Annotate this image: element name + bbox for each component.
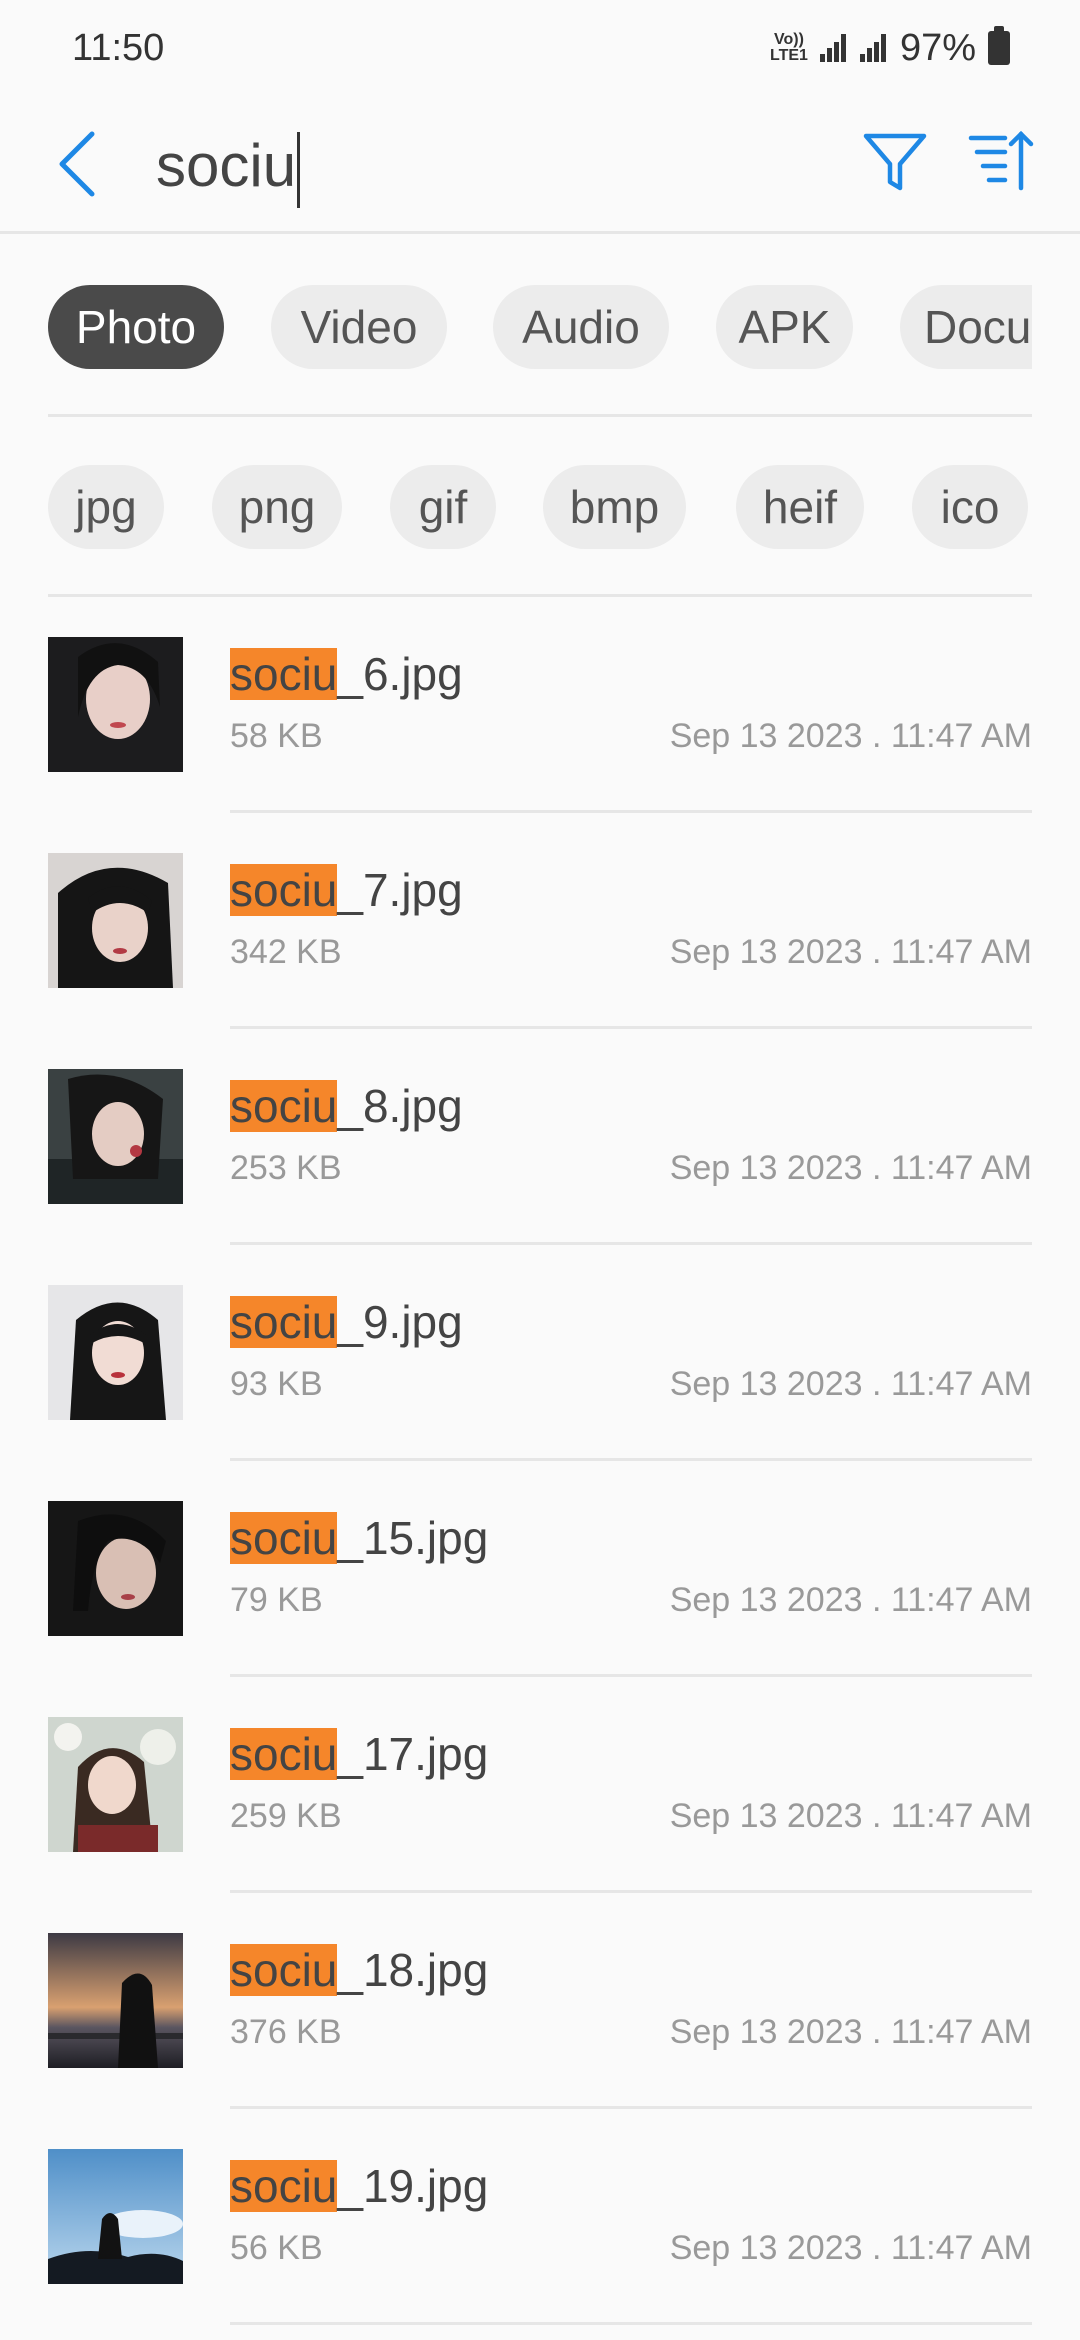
chip-apk[interactable]: APK xyxy=(716,285,853,369)
file-date: Sep 13 2023 . 11:47 AM xyxy=(669,1581,1032,1619)
file-date: Sep 13 2023 . 11:47 AM xyxy=(669,1149,1032,1187)
file-info: sociu_17.jpg 259 KB Sep 13 2023 . 11:47 … xyxy=(230,1677,1032,1893)
filter-button[interactable] xyxy=(860,126,930,196)
thumbnail-image xyxy=(48,1933,183,2068)
file-info: sociu_19.jpg 56 KB Sep 13 2023 . 11:47 A… xyxy=(230,2109,1032,2325)
file-row[interactable]: sociu_17.jpg 259 KB Sep 13 2023 . 11:47 … xyxy=(0,1677,1080,1893)
file-name: sociu_17.jpg xyxy=(230,1728,489,1780)
thumbnail-image xyxy=(48,1717,183,1852)
file-date: Sep 13 2023 . 11:47 AM xyxy=(669,933,1032,971)
thumbnail-image xyxy=(48,1069,183,1204)
search-match-highlight: sociu xyxy=(230,1296,338,1348)
status-bar: 11:50 Vo)) LTE1 97% xyxy=(0,0,1080,96)
file-date: Sep 13 2023 . 11:47 AM xyxy=(669,1797,1032,1835)
file-date: Sep 13 2023 . 11:47 AM xyxy=(669,1365,1032,1403)
file-size: 376 KB xyxy=(230,2013,342,2051)
funnel-icon xyxy=(863,133,927,191)
file-name: sociu_8.jpg xyxy=(230,1080,463,1132)
file-row[interactable]: sociu_8.jpg 253 KB Sep 13 2023 . 11:47 A… xyxy=(0,1029,1080,1245)
thumbnail-image xyxy=(48,1285,183,1420)
file-info: sociu_8.jpg 253 KB Sep 13 2023 . 11:47 A… xyxy=(230,1029,1032,1245)
file-name: sociu_7.jpg xyxy=(230,864,463,916)
status-icons: Vo)) LTE1 97% xyxy=(770,26,1010,70)
file-date: Sep 13 2023 . 11:47 AM xyxy=(669,2229,1032,2267)
search-match-highlight: sociu xyxy=(230,864,338,916)
search-match-highlight: sociu xyxy=(230,1944,338,1996)
search-match-highlight: sociu xyxy=(230,1728,338,1780)
sort-icon xyxy=(968,130,1034,191)
file-size: 58 KB xyxy=(230,717,323,755)
search-match-highlight: sociu xyxy=(230,648,338,700)
chip-video[interactable]: Video xyxy=(271,285,447,369)
file-size: 79 KB xyxy=(230,1581,323,1619)
chip-photo[interactable]: Photo xyxy=(48,285,224,369)
back-button[interactable] xyxy=(48,124,112,204)
chip-bmp[interactable]: bmp xyxy=(543,465,686,549)
file-info: sociu_9.jpg 93 KB Sep 13 2023 . 11:47 AM xyxy=(230,1245,1032,1461)
file-row[interactable]: sociu_15.jpg 79 KB Sep 13 2023 . 11:47 A… xyxy=(0,1461,1080,1677)
file-size: 342 KB xyxy=(230,933,342,971)
file-row[interactable]: sociu_18.jpg 376 KB Sep 13 2023 . 11:47 … xyxy=(0,1893,1080,2109)
back-arrow-icon xyxy=(59,131,95,197)
text-cursor xyxy=(297,132,301,209)
file-size: 56 KB xyxy=(230,2229,323,2267)
file-name: sociu_15.jpg xyxy=(230,1512,489,1564)
chip-gif[interactable]: gif xyxy=(390,465,496,549)
file-size: 253 KB xyxy=(230,1149,342,1187)
sort-button[interactable] xyxy=(965,126,1035,196)
type-filter-row: Photo Video Audio APK Docu xyxy=(48,237,1032,417)
chip-audio[interactable]: Audio xyxy=(493,285,669,369)
file-row[interactable]: sociu_6.jpg 58 KB Sep 13 2023 . 11:47 AM xyxy=(0,597,1080,813)
file-date: Sep 13 2023 . 11:47 AM xyxy=(669,717,1032,755)
thumbnail-image xyxy=(48,1501,183,1636)
file-row[interactable]: sociu_7.jpg 342 KB Sep 13 2023 . 11:47 A… xyxy=(0,813,1080,1029)
file-date: Sep 13 2023 . 11:47 AM xyxy=(669,2013,1032,2051)
file-info: sociu_6.jpg 58 KB Sep 13 2023 . 11:47 AM xyxy=(230,597,1032,813)
search-match-highlight: sociu xyxy=(230,2160,338,2212)
file-info: sociu_15.jpg 79 KB Sep 13 2023 . 11:47 A… xyxy=(230,1461,1032,1677)
chip-heif[interactable]: heif xyxy=(736,465,864,549)
thumbnail-image xyxy=(48,637,183,772)
file-info: sociu_18.jpg 376 KB Sep 13 2023 . 11:47 … xyxy=(230,1893,1032,2109)
file-row[interactable]: sociu_9.jpg 93 KB Sep 13 2023 . 11:47 AM xyxy=(0,1245,1080,1461)
thumbnail-image xyxy=(48,2149,183,2284)
volte-icon: Vo)) LTE1 xyxy=(770,31,808,64)
signal-icon-1 xyxy=(819,32,848,64)
search-input[interactable]: sociu xyxy=(156,126,301,209)
search-query: sociu xyxy=(156,132,297,199)
chip-png[interactable]: png xyxy=(212,465,342,549)
signal-icon-2 xyxy=(859,32,888,64)
chip-ico[interactable]: ico xyxy=(912,465,1028,549)
battery-percent: 97% xyxy=(899,26,976,69)
search-match-highlight: sociu xyxy=(230,1512,338,1564)
file-row[interactable]: sociu_19.jpg 56 KB Sep 13 2023 . 11:47 A… xyxy=(0,2109,1080,2325)
file-name: sociu_19.jpg xyxy=(230,2160,489,2212)
search-toolbar: sociu xyxy=(0,96,1080,234)
chip-document[interactable]: Docu xyxy=(900,285,1032,369)
file-name: sociu_9.jpg xyxy=(230,1296,463,1348)
file-name: sociu_18.jpg xyxy=(230,1944,489,1996)
chip-jpg[interactable]: jpg xyxy=(48,465,164,549)
extension-filter-row: jpg png gif bmp heif ico xyxy=(48,417,1032,597)
file-size: 259 KB xyxy=(230,1797,342,1835)
status-time: 11:50 xyxy=(72,26,165,69)
thumbnail-image xyxy=(48,853,183,988)
file-size: 93 KB xyxy=(230,1365,323,1403)
battery-icon xyxy=(988,26,1010,65)
search-match-highlight: sociu xyxy=(230,1080,338,1132)
file-info: sociu_7.jpg 342 KB Sep 13 2023 . 11:47 A… xyxy=(230,813,1032,1029)
file-name: sociu_6.jpg xyxy=(230,648,463,700)
